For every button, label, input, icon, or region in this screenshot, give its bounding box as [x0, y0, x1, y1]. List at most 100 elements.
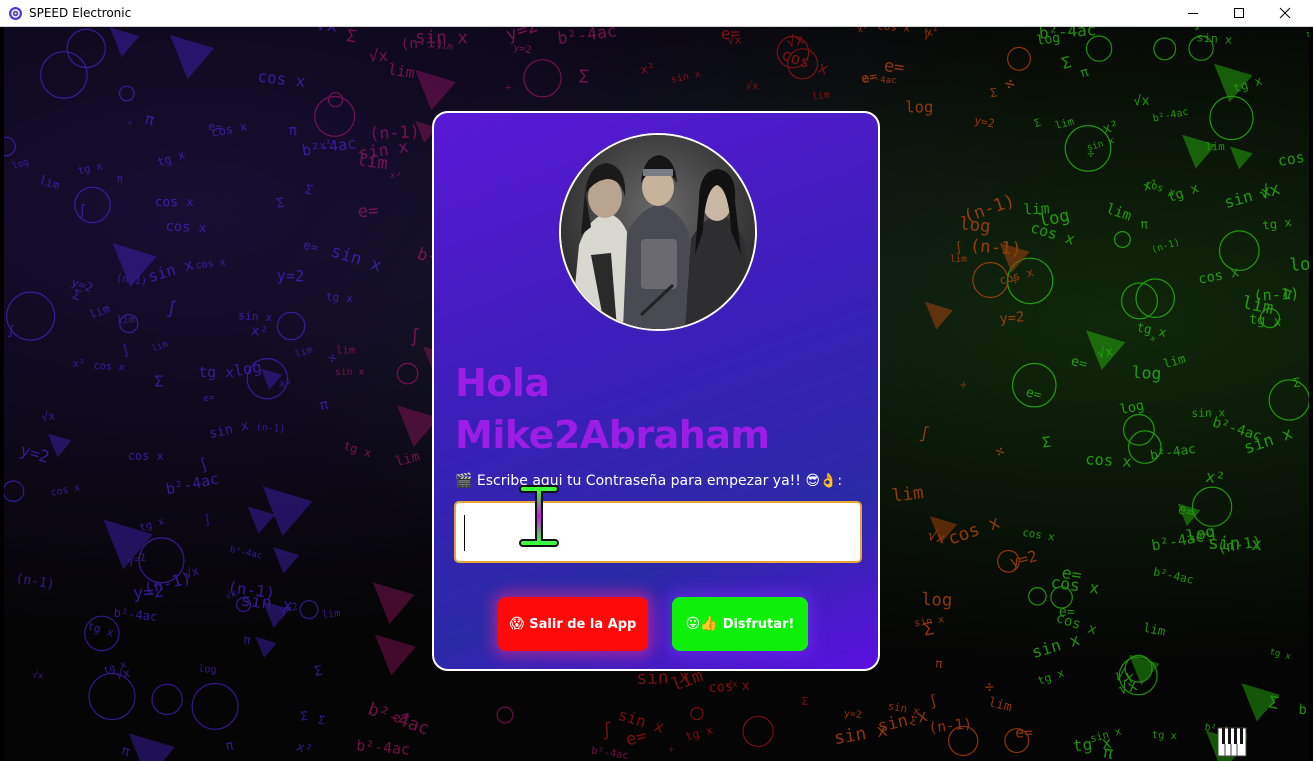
- svg-text:√x: √x: [746, 80, 759, 92]
- svg-text:x²: x²: [294, 739, 314, 758]
- svg-text:lim: lim: [87, 301, 111, 321]
- svg-text:lim: lim: [151, 340, 170, 355]
- svg-text:log: log: [1131, 363, 1162, 383]
- svg-text:tg x: tg x: [1268, 647, 1292, 662]
- svg-text:π: π: [934, 656, 943, 671]
- enjoy-button[interactable]: 😛👍 Disfrutar!: [672, 597, 808, 651]
- svg-text:sin x: sin x: [208, 419, 251, 443]
- title-bar[interactable]: SPEED Electronic: [0, 0, 1313, 27]
- svg-text:tg x: tg x: [198, 363, 234, 381]
- svg-text:b²-4ac: b²-4ac: [113, 606, 158, 624]
- svg-text:∫: ∫: [927, 693, 939, 711]
- svg-text:cos x: cos x: [1197, 264, 1241, 288]
- svg-text:y=2: y=2: [18, 440, 52, 466]
- svg-text:cos x: cos x: [195, 257, 226, 272]
- close-button[interactable]: [1262, 0, 1308, 26]
- svg-text:π: π: [1306, 28, 1309, 40]
- svg-text:∫: ∫: [918, 424, 930, 443]
- svg-text:e=: e=: [720, 27, 740, 43]
- svg-text:÷: ÷: [984, 678, 995, 697]
- svg-text:lim: lim: [812, 90, 831, 103]
- svg-text:(n-1): (n-1): [14, 571, 55, 592]
- svg-text:e=: e=: [203, 393, 216, 404]
- svg-text:lim: lim: [950, 254, 967, 265]
- svg-text:tg x: tg x: [77, 160, 104, 177]
- svg-text:x²: x²: [72, 358, 85, 370]
- svg-text:lim: lim: [987, 695, 1014, 715]
- svg-text:π: π: [120, 743, 132, 760]
- svg-text:log: log: [1289, 254, 1309, 276]
- svg-text:cos x: cos x: [945, 512, 1003, 550]
- svg-text:cos x: cos x: [1050, 573, 1101, 598]
- svg-text:tg x: tg x: [684, 723, 715, 744]
- svg-text:√x: √x: [1133, 93, 1150, 110]
- svg-text:Σ: Σ: [989, 85, 998, 100]
- svg-text:b²-4ac: b²-4ac: [1152, 107, 1190, 125]
- svg-text:log: log: [11, 156, 30, 172]
- svg-text:(n-1): (n-1): [369, 121, 420, 143]
- svg-text:÷: ÷: [1002, 74, 1017, 96]
- svg-text:sin x: sin x: [1222, 181, 1273, 212]
- svg-text:tg x: tg x: [1072, 733, 1113, 756]
- tongue-thumbs-up-icon: 😛👍: [685, 616, 718, 632]
- svg-text:Σ: Σ: [1033, 117, 1043, 130]
- svg-text:sin x: sin x: [238, 308, 273, 324]
- svg-text:e=: e=: [302, 237, 321, 256]
- svg-text:Σ: Σ: [303, 182, 315, 199]
- svg-text:∫: ∫: [7, 324, 16, 339]
- piano-keys-icon[interactable]: [1217, 727, 1247, 757]
- svg-text:π: π: [224, 738, 235, 754]
- maximize-button[interactable]: [1216, 0, 1262, 26]
- svg-text:b²-4ac: b²-4ac: [1038, 27, 1096, 43]
- svg-text:÷: ÷: [1087, 146, 1095, 160]
- svg-text:Σ: Σ: [154, 372, 163, 390]
- svg-text:lim: lim: [355, 150, 389, 174]
- svg-text:tg x: tg x: [1152, 729, 1178, 742]
- minimize-button[interactable]: [1170, 0, 1216, 26]
- svg-text:e=: e=: [1024, 385, 1043, 404]
- svg-text:y=2: y=2: [1008, 547, 1039, 571]
- exit-app-button[interactable]: 😱 Salir de la App: [498, 597, 648, 651]
- svg-text:tg x: tg x: [1036, 666, 1067, 688]
- svg-text:y=2: y=2: [276, 266, 304, 285]
- svg-text:π: π: [1079, 65, 1091, 82]
- svg-text:lim: lim: [1142, 620, 1167, 639]
- svg-text:cos x: cos x: [128, 449, 164, 463]
- svg-text:lim: lim: [394, 448, 422, 470]
- svg-text:x²: x²: [1101, 118, 1121, 137]
- svg-text:sin x: sin x: [832, 720, 889, 750]
- svg-text:∫: ∫: [601, 721, 612, 742]
- svg-text:Σ: Σ: [300, 709, 308, 723]
- svg-text:b²-4ac: b²-4ac: [1298, 702, 1309, 721]
- password-input[interactable]: [454, 501, 862, 563]
- svg-text:(n-1): (n-1): [142, 568, 193, 599]
- svg-text:Σ: Σ: [276, 196, 286, 212]
- svg-text:log: log: [905, 98, 933, 116]
- svg-text:x²: x²: [856, 27, 869, 36]
- svg-text:Σ: Σ: [345, 27, 357, 46]
- text-caret: [464, 515, 465, 551]
- svg-text:Σ: Σ: [578, 66, 590, 87]
- svg-text:√x: √x: [726, 679, 739, 691]
- svg-text:sin x: sin x: [1030, 630, 1083, 662]
- svg-text:lim: lim: [321, 608, 340, 621]
- svg-text:π: π: [318, 397, 330, 414]
- svg-text:b²-4ac: b²-4ac: [1152, 565, 1195, 586]
- svg-text:x²: x²: [1204, 467, 1226, 489]
- window-title: SPEED Electronic: [29, 6, 132, 20]
- svg-text:Σ: Σ: [317, 714, 326, 728]
- svg-text:sin x: sin x: [328, 241, 384, 276]
- svg-text:y=2: y=2: [843, 708, 862, 721]
- svg-text:lim: lim: [387, 60, 416, 82]
- svg-text:sin x: sin x: [335, 367, 365, 378]
- svg-text:log: log: [198, 664, 217, 676]
- ibeam-cursor-icon: [519, 485, 559, 547]
- svg-text:Σ: Σ: [1041, 435, 1051, 452]
- svg-text:π: π: [1140, 216, 1148, 231]
- svg-text:÷: ÷: [669, 745, 675, 755]
- svg-text:b²-4ac: b²-4ac: [1211, 415, 1264, 445]
- svg-text:lim: lim: [1054, 116, 1075, 133]
- svg-text:tg x: tg x: [155, 147, 186, 169]
- svg-text:Σ: Σ: [1060, 53, 1074, 73]
- svg-text:b²-4ac: b²-4ac: [356, 736, 411, 758]
